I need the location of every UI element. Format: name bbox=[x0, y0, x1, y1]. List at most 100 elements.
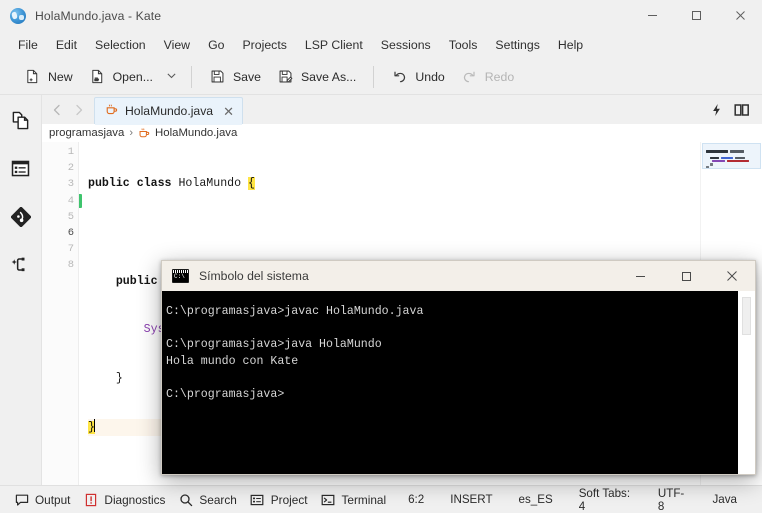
console-window-controls bbox=[617, 261, 755, 291]
console-minimize-button[interactable] bbox=[617, 261, 663, 291]
redo-icon bbox=[461, 68, 478, 85]
menu-tools[interactable]: Tools bbox=[440, 35, 487, 55]
line-number: 2 bbox=[67, 162, 74, 175]
split-view-icon[interactable] bbox=[730, 98, 754, 122]
sidebar-rail bbox=[0, 95, 42, 485]
menu-selection[interactable]: Selection bbox=[86, 35, 155, 55]
save-floppy-icon bbox=[209, 68, 226, 85]
lightning-bolt-icon[interactable] bbox=[704, 98, 728, 122]
code-line-1: public class HolaMundo { bbox=[88, 177, 255, 191]
open-folder-icon bbox=[89, 68, 106, 85]
save-button[interactable]: Save bbox=[201, 64, 269, 89]
breadcrumb-file-icon bbox=[138, 127, 150, 140]
sidebar-item-git[interactable] bbox=[9, 206, 33, 232]
tab-close-icon[interactable]: ✕ bbox=[223, 105, 234, 118]
statusbar-insert-mode[interactable]: INSERT bbox=[437, 493, 505, 506]
statusbar-right: 6:2 INSERT es_ES Soft Tabs: 4 UTF-8 Java bbox=[395, 487, 750, 513]
statusbar-terminal-label: Terminal bbox=[341, 492, 387, 507]
menu-settings[interactable]: Settings bbox=[486, 35, 548, 55]
tab-holamundo-java[interactable]: HolaMundo.java ✕ bbox=[94, 97, 243, 125]
line-number: 3 bbox=[67, 178, 74, 191]
sidebar-item-filesystem-browser[interactable] bbox=[9, 159, 33, 183]
statusbar-terminal[interactable]: Terminal bbox=[317, 489, 396, 510]
menu-lsp-client[interactable]: LSP Client bbox=[296, 35, 372, 55]
open-button[interactable]: Open... bbox=[81, 64, 161, 89]
line-number-gutter: 1 2 3 4 5 6 7 8 bbox=[42, 142, 78, 485]
search-icon bbox=[178, 492, 193, 507]
java-coffee-icon bbox=[105, 103, 118, 119]
tab-prev-button[interactable] bbox=[46, 98, 68, 122]
sidebar-item-lsp-symbol-outline[interactable] bbox=[9, 255, 33, 279]
open-button-label: Open... bbox=[112, 69, 153, 84]
tab-label: HolaMundo.java bbox=[125, 104, 214, 118]
toolbar-separator-1 bbox=[190, 65, 192, 88]
undo-icon bbox=[391, 68, 408, 85]
statusbar-output-label: Output bbox=[35, 492, 71, 507]
line-number: 1 bbox=[67, 146, 74, 158]
chevron-down-icon bbox=[166, 68, 177, 86]
save-as-button[interactable]: Save As... bbox=[269, 64, 364, 89]
statusbar-encoding[interactable]: UTF-8 bbox=[645, 487, 700, 513]
menu-go[interactable]: Go bbox=[199, 35, 233, 55]
console-scrollbar-thumb[interactable] bbox=[742, 297, 751, 335]
menu-file[interactable]: File bbox=[9, 35, 47, 55]
documents-icon bbox=[11, 111, 30, 135]
git-icon bbox=[10, 206, 31, 232]
menu-help[interactable]: Help bbox=[549, 35, 592, 55]
statusbar: Output Diagnostics Search Project Termin bbox=[0, 485, 762, 513]
statusbar-locale[interactable]: es_ES bbox=[506, 493, 566, 506]
console-scrollbar[interactable] bbox=[738, 291, 755, 474]
menu-sessions[interactable]: Sessions bbox=[372, 35, 440, 55]
save-button-label: Save bbox=[232, 69, 261, 84]
minimize-button[interactable] bbox=[630, 0, 674, 31]
warning-icon bbox=[83, 492, 98, 507]
statusbar-project[interactable]: Project bbox=[246, 489, 317, 510]
statusbar-output[interactable]: Output bbox=[10, 489, 79, 510]
maximize-button[interactable] bbox=[674, 0, 718, 31]
close-button[interactable] bbox=[718, 0, 762, 31]
tabbar: HolaMundo.java ✕ bbox=[42, 95, 762, 125]
terminal-icon bbox=[321, 492, 336, 507]
statusbar-project-label: Project bbox=[270, 492, 308, 507]
line-number: 8 bbox=[67, 259, 74, 272]
tab-next-button[interactable] bbox=[68, 98, 90, 122]
statusbar-diagnostics-label: Diagnostics bbox=[104, 492, 166, 507]
console-maximize-button[interactable] bbox=[663, 261, 709, 291]
breadcrumb-root[interactable]: programasjava bbox=[49, 127, 124, 139]
statusbar-cursor-position[interactable]: 6:2 bbox=[395, 493, 437, 506]
minimap-viewport[interactable] bbox=[702, 143, 761, 169]
menu-edit[interactable]: Edit bbox=[47, 35, 86, 55]
window-controls bbox=[630, 0, 762, 31]
kate-window: HolaMundo.java - Kate File Edit Selectio… bbox=[0, 0, 762, 513]
tabbar-actions bbox=[704, 95, 762, 124]
breadcrumb-file[interactable]: HolaMundo.java bbox=[155, 127, 237, 139]
project-icon bbox=[250, 492, 265, 507]
console-close-button[interactable] bbox=[709, 261, 755, 291]
line-number: 6 bbox=[67, 226, 74, 239]
console-output-area[interactable]: C:\programasjava>javac HolaMundo.java C:… bbox=[162, 291, 755, 474]
statusbar-indentation[interactable]: Soft Tabs: 4 bbox=[566, 487, 645, 513]
symbol-outline-icon bbox=[11, 255, 30, 279]
command-prompt-window[interactable]: Símbolo del sistema C:\programasjava>jav… bbox=[161, 260, 756, 475]
line-number: 5 bbox=[67, 210, 74, 223]
main-toolbar: New Open... Save Save As... Undo Redo bbox=[0, 59, 762, 95]
statusbar-search[interactable]: Search bbox=[174, 489, 245, 510]
menu-view[interactable]: View bbox=[155, 35, 199, 55]
undo-button[interactable]: Undo bbox=[383, 64, 452, 89]
statusbar-diagnostics[interactable]: Diagnostics bbox=[79, 489, 174, 510]
line-number: 7 bbox=[67, 243, 74, 256]
redo-button: Redo bbox=[453, 64, 522, 89]
toolbar-separator-2 bbox=[373, 65, 375, 88]
window-titlebar: HolaMundo.java - Kate bbox=[0, 0, 762, 31]
redo-button-label: Redo bbox=[484, 69, 515, 84]
menu-projects[interactable]: Projects bbox=[233, 35, 295, 55]
speech-bubble-icon bbox=[14, 492, 29, 507]
statusbar-language[interactable]: Java bbox=[700, 493, 751, 506]
save-as-icon bbox=[277, 68, 294, 85]
filesystem-browser-icon bbox=[11, 159, 30, 183]
open-dropdown-button[interactable] bbox=[161, 64, 182, 90]
new-button[interactable]: New bbox=[16, 64, 81, 89]
undo-button-label: Undo bbox=[415, 69, 445, 84]
sidebar-item-documents[interactable] bbox=[9, 111, 33, 135]
